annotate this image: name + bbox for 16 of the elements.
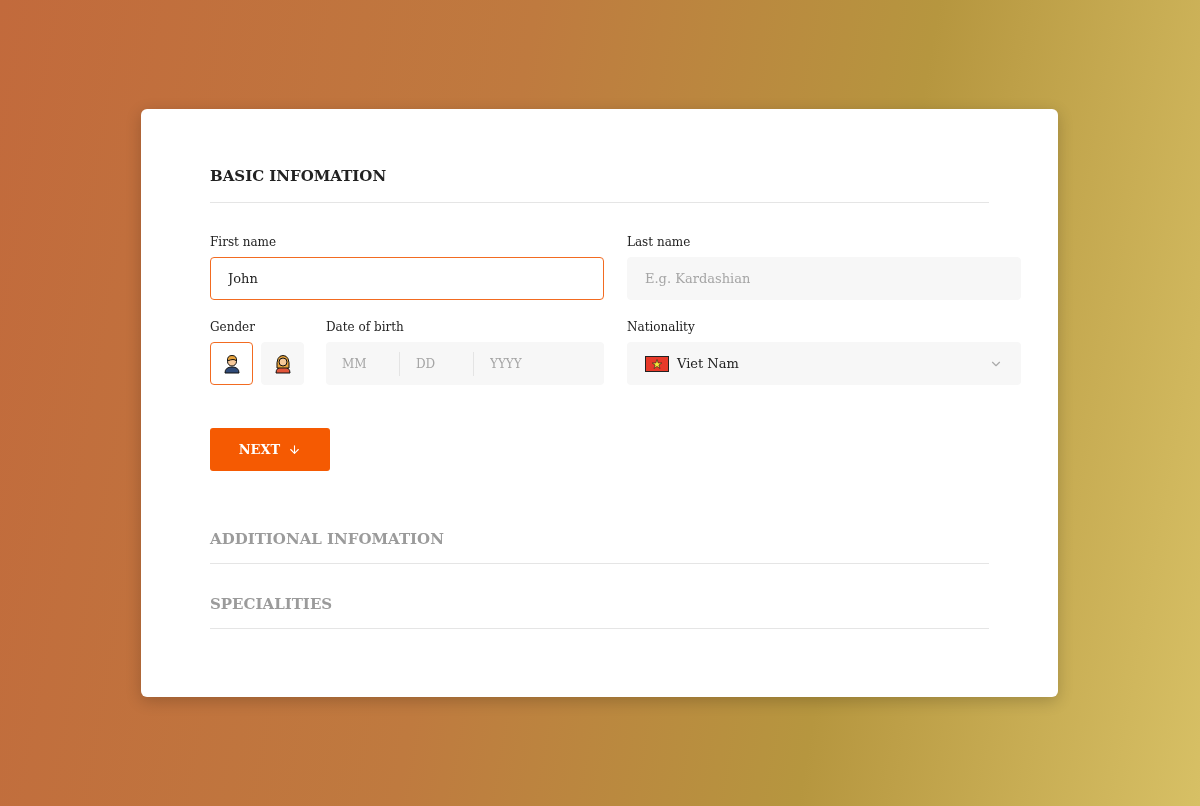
- section-header[interactable]: BASIC INFOMATION: [210, 164, 989, 203]
- woman-avatar-icon: [273, 353, 292, 374]
- field-label: Last name: [627, 234, 692, 251]
- date-part-input[interactable]: YYYY: [474, 342, 604, 385]
- man-avatar-icon: [222, 353, 241, 374]
- date-part-input[interactable]: DD: [400, 342, 473, 385]
- gender-option[interactable]: [210, 342, 253, 385]
- date-part-input[interactable]: MM: [326, 342, 399, 385]
- field-label: Nationality: [627, 319, 696, 336]
- last-name-field[interactable]: E.g. Kardashian: [627, 257, 1021, 300]
- nationality-select[interactable]: Viet Nam: [627, 342, 1021, 385]
- arrow-down-icon: [288, 443, 302, 456]
- field-label: Date of birth: [326, 319, 405, 336]
- field-label: Gender: [210, 319, 256, 336]
- flag-icon: [645, 355, 669, 372]
- field-label: First name: [210, 234, 278, 251]
